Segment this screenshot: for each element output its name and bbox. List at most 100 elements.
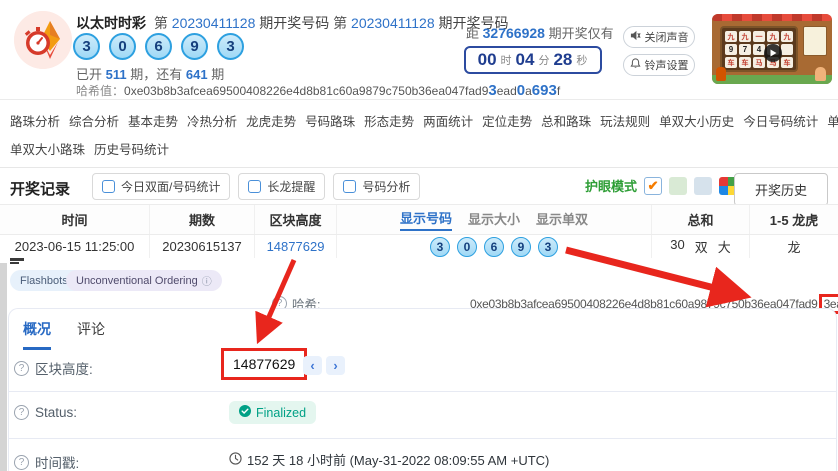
filter-today-stats[interactable]: 今日双面/号码统计 — [92, 173, 230, 200]
nav-item-basic-trend[interactable]: 基本走势 — [128, 111, 178, 130]
tab-show-size[interactable]: 显示大小 — [468, 209, 520, 230]
bell-icon — [630, 58, 641, 72]
navbar-row-1: 路珠分析 综合分析 基本走势 冷热分析 龙虎走势 号码路珠 形态走势 两面统计 … — [10, 111, 828, 130]
nav-item-comprehensive-analysis[interactable]: 综合分析 — [69, 111, 119, 130]
remaining-label: 期，还有 — [130, 67, 182, 82]
analysis-navbar: 路珠分析 综合分析 基本走势 冷热分析 龙虎走势 号码路珠 形态走势 两面统计 … — [0, 100, 838, 168]
filter-number-analysis[interactable]: 号码分析 — [333, 173, 420, 200]
draw-records-table: 时间 期数 区块高度 显示号码 显示大小 显示单双 总和 1-5 龙虎 2023… — [0, 204, 838, 259]
help-icon: ? — [14, 455, 29, 470]
eye-mode-swatch-green[interactable] — [669, 177, 687, 195]
chevron-left-icon: ‹ — [310, 358, 314, 373]
video-character-decoration — [716, 67, 726, 81]
explorer-tabs: 概况 评论 — [9, 309, 836, 350]
timestamp-value-row: 152 天 18 小时前 (May-31-2022 08:09:55 AM +U… — [229, 450, 549, 469]
video-grass-decoration — [712, 75, 832, 84]
ringtone-button-label: 铃声设置 — [645, 57, 689, 73]
nav-item-dragon-tiger-trend[interactable]: 龙虎走势 — [246, 111, 296, 130]
nav-item-position-trend[interactable]: 定位走势 — [482, 111, 532, 130]
video-sign-decoration — [803, 26, 827, 56]
nav-item-odd-even-size-luzhu[interactable]: 单双大小路珠 — [10, 139, 85, 158]
eye-mode-checkbox[interactable]: ✔ — [644, 177, 662, 195]
scrollbar[interactable] — [0, 263, 7, 471]
mute-sound-button[interactable]: 关闭声音 — [623, 26, 695, 48]
nav-item-luzhu-analysis[interactable]: 路珠分析 — [10, 111, 60, 130]
cell-sum: 30 双 大 — [652, 235, 750, 258]
tab-show-odd-even[interactable]: 显示单双 — [536, 209, 588, 230]
nav-item-two-sides-stats[interactable]: 两面统计 — [423, 111, 473, 130]
app-logo-icon — [14, 11, 72, 69]
explorer-overview-card: 概况 评论 — [8, 308, 837, 471]
mute-icon — [630, 30, 641, 44]
tab-show-numbers[interactable]: 显示号码 — [400, 208, 452, 231]
nav-item-sum-luzhu[interactable]: 总和路珠 — [541, 111, 591, 130]
unconventional-ordering-badge[interactable]: Unconventional Ordering ⓘ — [66, 270, 222, 291]
check-icon: ✔ — [648, 178, 659, 194]
draw-history-button[interactable]: 开奖历史 — [734, 173, 828, 206]
video-number-tile: 9 — [725, 44, 737, 55]
promo-video-thumbnail[interactable]: 九 九 一 九 九 9 7 4 车 车 马 马 — [712, 14, 832, 84]
status-label-text: Status: — [35, 405, 77, 420]
ringtone-settings-button[interactable]: 铃声设置 — [623, 54, 695, 76]
video-awning-decoration — [712, 14, 832, 21]
checkbox-icon[interactable] — [102, 180, 115, 193]
countdown-label: 距 32766928 期开奖仅有 — [466, 23, 614, 42]
cell-period: 20230615137 — [150, 235, 255, 258]
block-height-value: 14877629 — [233, 356, 295, 372]
video-decorative-tile: 马 — [753, 57, 765, 68]
filter-label: 今日双面/号码统计 — [121, 178, 220, 195]
nav-item-number-luzhu[interactable]: 号码路珠 — [305, 111, 355, 130]
tab-comments[interactable]: 评论 — [77, 319, 105, 350]
hash-segment-highlight: 3 — [488, 82, 496, 99]
badge-label: Flashbots — [20, 275, 68, 287]
next-block-button[interactable]: › — [326, 356, 345, 375]
block-height-link[interactable]: 14877629 — [267, 239, 325, 254]
badge-label: Unconventional Ordering — [76, 275, 198, 287]
col-header-time: 时间 — [0, 205, 150, 234]
previous-block-button[interactable]: ‹ — [303, 356, 322, 375]
video-decorative-tile: 车 — [739, 57, 751, 68]
nav-item-today-number-stats[interactable]: 今日号码统计 — [743, 111, 818, 130]
filter-streak-reminder[interactable]: 长龙提醒 — [238, 173, 325, 200]
eye-mode-swatch-blue[interactable] — [694, 177, 712, 195]
countdown-prefix: 距 — [466, 26, 479, 41]
row-divider — [8, 391, 837, 392]
video-decorative-tile: 九 — [739, 31, 751, 42]
nav-item-pattern-trend[interactable]: 形态走势 — [364, 111, 414, 130]
nav-item-hot-cold-analysis[interactable]: 冷热分析 — [187, 111, 237, 130]
eye-protection-controls: 护眼模式 ✔ — [585, 176, 737, 195]
filter-label: 长龙提醒 — [267, 178, 315, 195]
records-toolbar: 开奖记录 今日双面/号码统计 长龙提醒 号码分析 护眼模式 ✔ 开奖历史 — [0, 168, 838, 204]
block-height-value-annotation: 14877629 — [221, 348, 307, 380]
countdown-hours: 00 — [478, 50, 497, 70]
video-number-board: 九 九 一 九 九 9 7 4 车 车 马 马 — [720, 26, 798, 72]
checkbox-icon[interactable] — [248, 180, 261, 193]
video-character-decoration — [815, 67, 826, 81]
timestamp-value: 152 天 18 小时前 (May-31-2022 08:09:55 AM +U… — [247, 450, 549, 469]
cell-dragon-tiger: 龙 — [750, 235, 838, 258]
result-ball: 6 — [484, 237, 504, 257]
nav-item-odd-even-size-history[interactable]: 单双大小历史 — [659, 111, 734, 130]
cell-time: 2023-06-15 11:25:00 — [0, 235, 150, 258]
countdown-suffix: 期开奖仅有 — [549, 26, 614, 41]
status-field-label: ? Status: — [14, 405, 77, 420]
winning-ball: 3 — [217, 33, 244, 60]
navbar-row-2: 单双大小路珠 历史号码统计 — [10, 139, 828, 158]
table-row: 2023-06-15 11:25:00 20230615137 14877629… — [0, 235, 838, 259]
checkbox-icon[interactable] — [343, 180, 356, 193]
winning-ball: 3 — [73, 33, 100, 60]
hash-segment: a — [525, 84, 532, 98]
tab-overview[interactable]: 概况 — [23, 319, 51, 350]
nav-item-odd-even-size-history-2[interactable]: 单双大小历史 — [827, 111, 838, 130]
drawn-count: 511 — [106, 67, 127, 82]
lottery-header: 以太时时彩 第 20230411128 期开奖号码 第 20230411128 … — [0, 0, 838, 100]
play-icon[interactable] — [764, 44, 782, 62]
nav-item-rules[interactable]: 玩法规则 — [600, 111, 650, 130]
winning-ball: 0 — [109, 33, 136, 60]
eye-mode-label: 护眼模式 — [585, 176, 637, 195]
nav-item-history-number-stats[interactable]: 历史号码统计 — [94, 139, 169, 158]
hash-segment: 0xe03b8b3afcea69500408226e4d8b81c60a9879… — [124, 84, 488, 98]
block-height-field-label: ? 区块高度: — [14, 358, 93, 378]
hash-segment-highlight: 693 — [532, 82, 557, 99]
clock-icon — [229, 452, 242, 468]
